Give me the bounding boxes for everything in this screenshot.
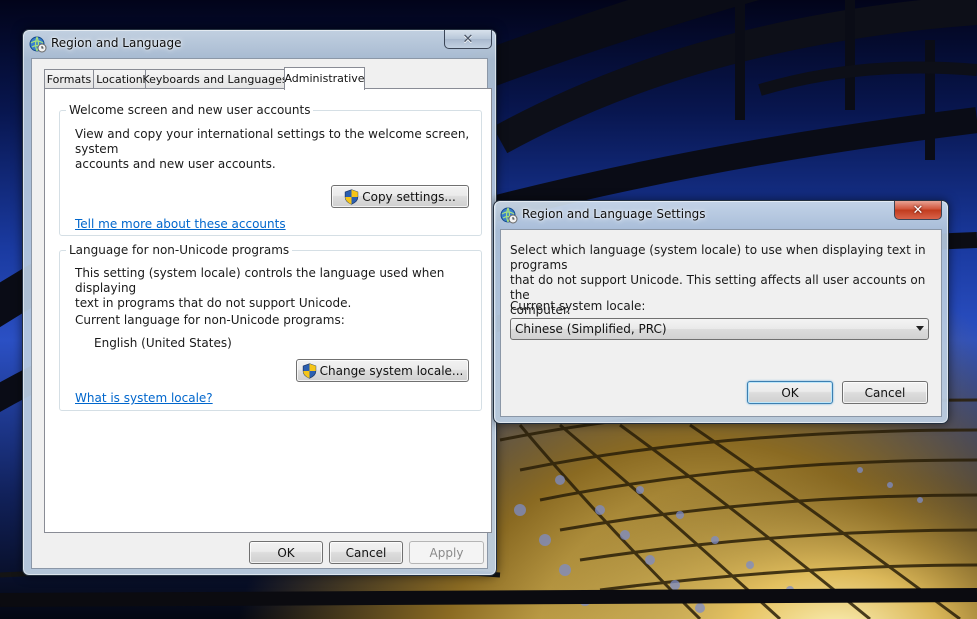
title-bar[interactable]: Region and Language ✕ (23, 30, 496, 58)
non-unicode-description: This setting (system locale) controls th… (75, 266, 445, 310)
chevron-down-icon (916, 326, 924, 331)
change-system-locale-button[interactable]: Change system locale... (296, 359, 469, 382)
dialog-cancel-button[interactable]: Cancel (842, 381, 928, 404)
tab-administrative[interactable]: Administrative (284, 67, 365, 90)
group-title-non-unicode: Language for non-Unicode programs (66, 243, 293, 257)
uac-shield-icon (345, 188, 359, 205)
globe-clock-icon (500, 207, 518, 224)
uac-shield-icon (302, 362, 316, 379)
dialog-title-bar[interactable]: Region and Language Settings ✕ (494, 201, 948, 229)
administrative-tab-panel: Welcome screen and new user accounts Vie… (44, 88, 492, 533)
window-client-area: Formats Location Keyboards and Languages… (31, 58, 492, 569)
cancel-button[interactable]: Cancel (329, 541, 403, 564)
window-title: Region and Language (51, 36, 182, 50)
tab-formats[interactable]: Formats (44, 69, 94, 89)
system-locale-value: Chinese (Simplified, PRC) (515, 322, 667, 336)
tab-location[interactable]: Location (93, 69, 146, 89)
copy-settings-button[interactable]: Copy settings... (331, 185, 469, 208)
non-unicode-group: Language for non-Unicode programs This s… (59, 243, 482, 411)
dialog-client-area: Select which language (system locale) to… (500, 229, 942, 417)
welcome-screen-group: Welcome screen and new user accounts Vie… (59, 103, 482, 236)
welcome-description: View and copy your international setting… (75, 127, 470, 171)
tab-keyboards-languages[interactable]: Keyboards and Languages (142, 69, 288, 89)
region-language-window: Region and Language ✕ Formats Location K… (22, 29, 497, 576)
dialog-title: Region and Language Settings (522, 207, 706, 221)
dialog-ok-button[interactable]: OK (747, 381, 833, 404)
system-locale-label: Current system locale: (510, 299, 646, 313)
group-title-welcome: Welcome screen and new user accounts (66, 103, 314, 117)
globe-clock-icon (29, 36, 47, 53)
apply-button[interactable]: Apply (409, 541, 484, 564)
current-language-label: Current language for non-Unicode program… (75, 313, 345, 327)
close-icon: ✕ (912, 202, 924, 218)
what-is-system-locale-link[interactable]: What is system locale? (75, 391, 213, 405)
close-icon: ✕ (462, 31, 474, 47)
system-locale-dropdown[interactable]: Chinese (Simplified, PRC) (510, 318, 929, 340)
dialog-close-button[interactable]: ✕ (894, 201, 942, 220)
ok-button[interactable]: OK (249, 541, 323, 564)
tell-me-more-link[interactable]: Tell me more about these accounts (75, 217, 286, 231)
current-language-value: English (United States) (94, 336, 232, 350)
region-language-settings-dialog: Region and Language Settings ✕ Select wh… (493, 200, 949, 424)
window-close-button[interactable]: ✕ (444, 30, 492, 49)
